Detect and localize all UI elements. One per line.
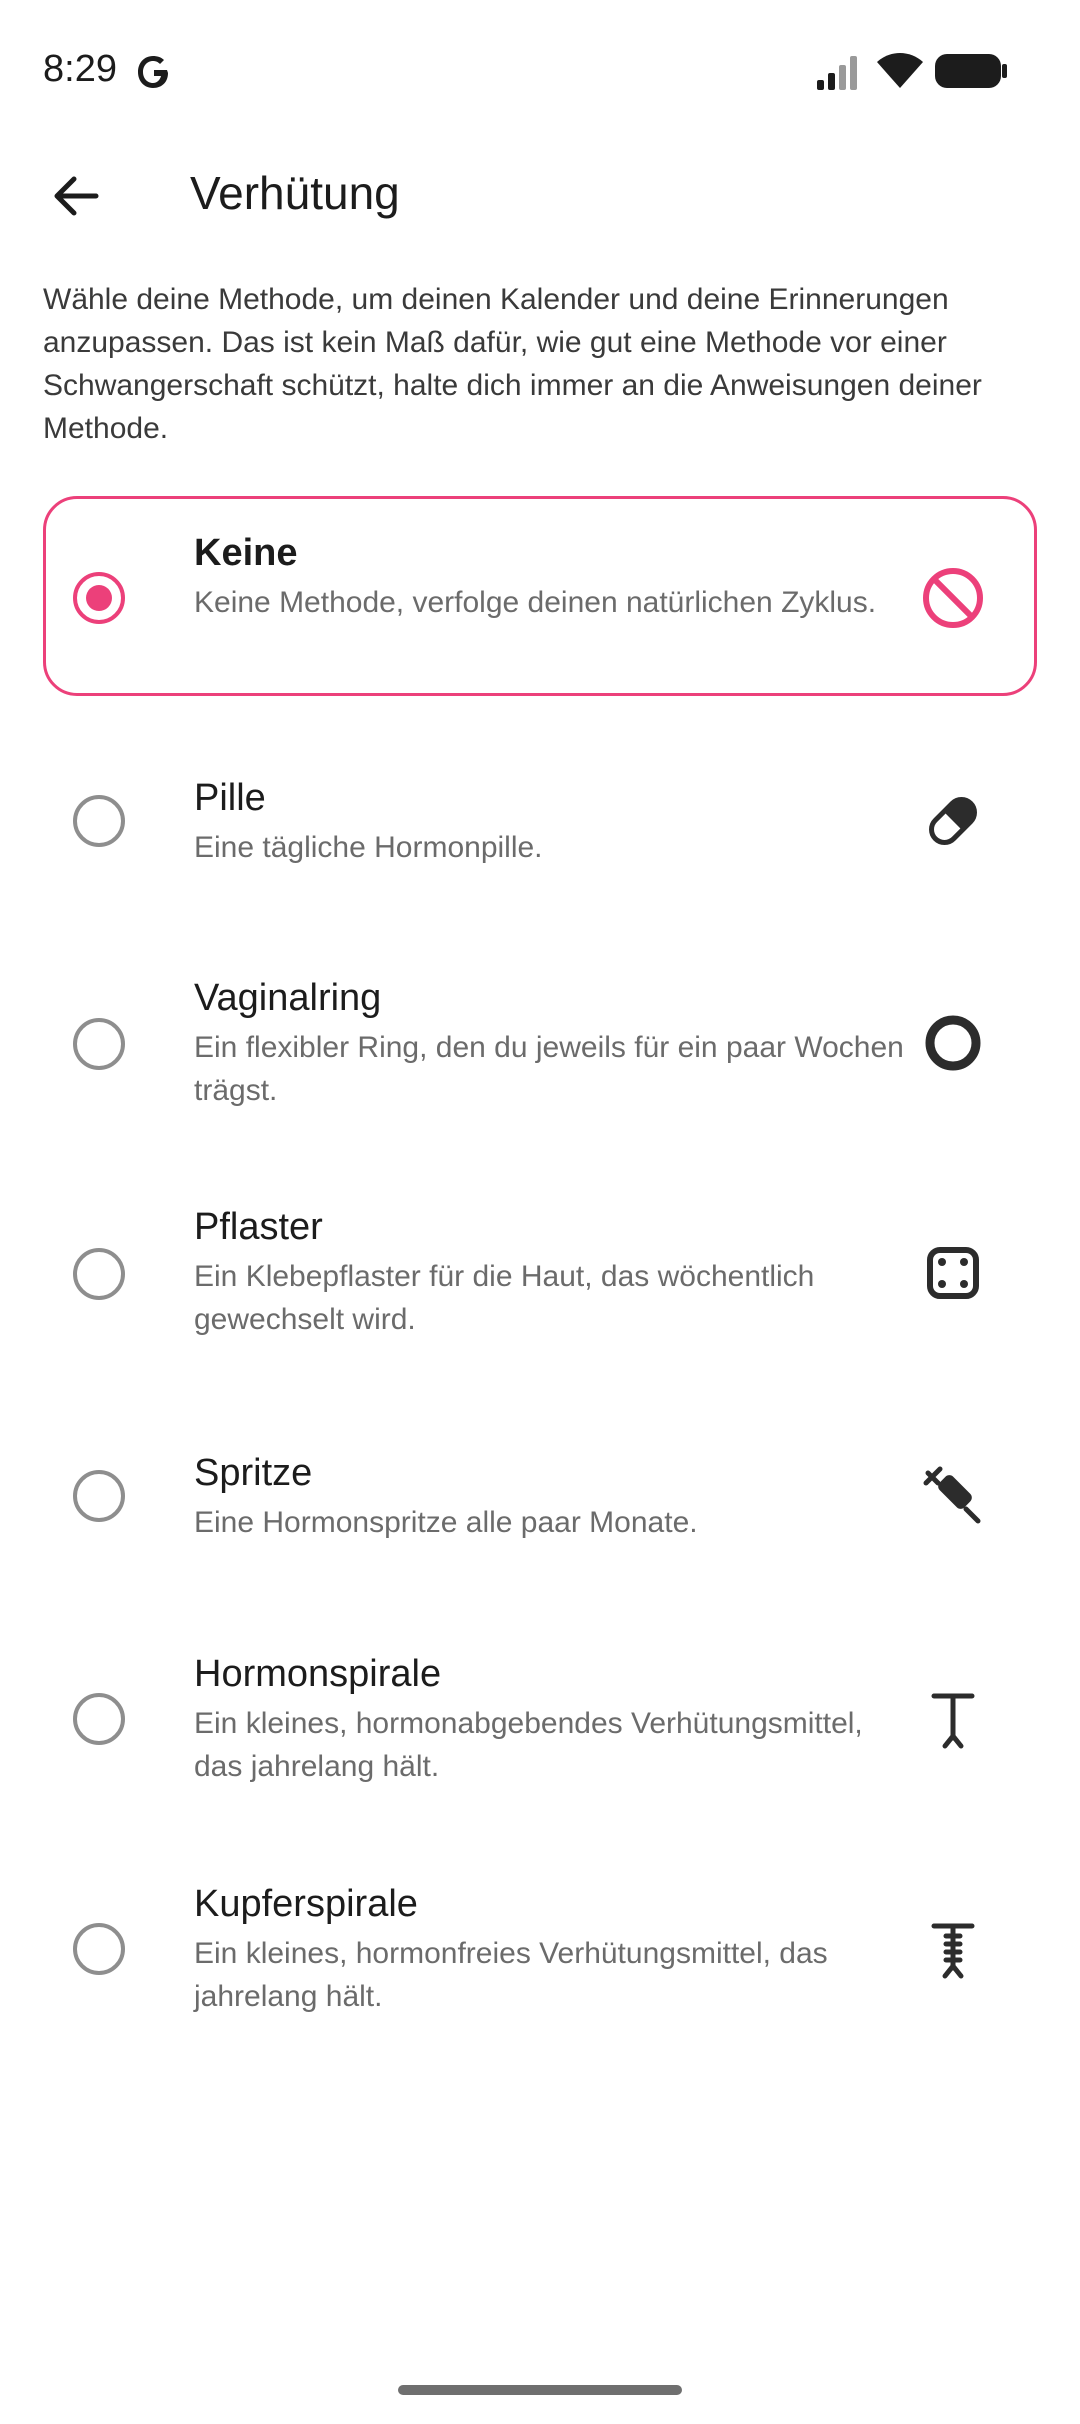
option-title: Keine — [194, 532, 298, 574]
wifi-icon — [877, 53, 923, 88]
google-icon — [138, 56, 168, 88]
radio-kupferspirale[interactable] — [73, 1923, 125, 1975]
option-description: Eine Hormonspritze alle paar Monate. — [194, 1506, 698, 1539]
radio-pflaster[interactable] — [73, 1248, 125, 1300]
arrow-back-icon — [54, 176, 99, 216]
pill-icon — [929, 797, 977, 845]
option-description: Ein flexibler Ring, den du jeweils für e… — [194, 1031, 904, 1107]
option-title: Kupferspirale — [194, 1883, 418, 1925]
option-description: Ein kleines, hormonabgebendes Verhütungs… — [194, 1707, 863, 1783]
radio-spritze[interactable] — [73, 1470, 125, 1522]
radio-pille[interactable] — [73, 795, 125, 847]
option-title: Vaginalring — [194, 977, 382, 1019]
ring-icon — [925, 1015, 981, 1071]
status-bar: 8:29 — [0, 0, 1080, 140]
home-indicator[interactable] — [398, 2385, 682, 2395]
syringe-icon — [923, 1466, 981, 1524]
no-entry-icon — [923, 568, 983, 628]
option-title: Pille — [194, 777, 266, 819]
description-text: Wähle deine Methode, um deinen Kalender … — [43, 283, 982, 445]
status-time: 8:29 — [43, 48, 117, 90]
option-title: Spritze — [194, 1452, 313, 1494]
option-description: Eine tägliche Hormonpille. — [194, 831, 543, 864]
option-title: Pflaster — [194, 1206, 323, 1248]
battery-icon — [935, 54, 1007, 88]
option-description: Ein Klebepflaster für die Haut, das wöch… — [194, 1260, 815, 1336]
patch-icon — [927, 1247, 979, 1299]
copper-iud-icon — [931, 1923, 975, 1979]
cellular-signal-icon — [817, 56, 857, 90]
option-description: Keine Methode, verfolge deinen natürlich… — [194, 586, 877, 619]
option-description: Ein kleines, hormonfreies Verhütungsmitt… — [194, 1937, 828, 2013]
radio-vaginalring[interactable] — [73, 1018, 125, 1070]
radio-hormonspirale[interactable] — [73, 1693, 125, 1745]
option-title: Hormonspirale — [194, 1653, 442, 1695]
radio-keine[interactable] — [73, 572, 125, 624]
hormonal-iud-icon — [931, 1693, 975, 1749]
page-title: Verhütung — [190, 167, 400, 219]
back-button[interactable] — [40, 160, 112, 232]
